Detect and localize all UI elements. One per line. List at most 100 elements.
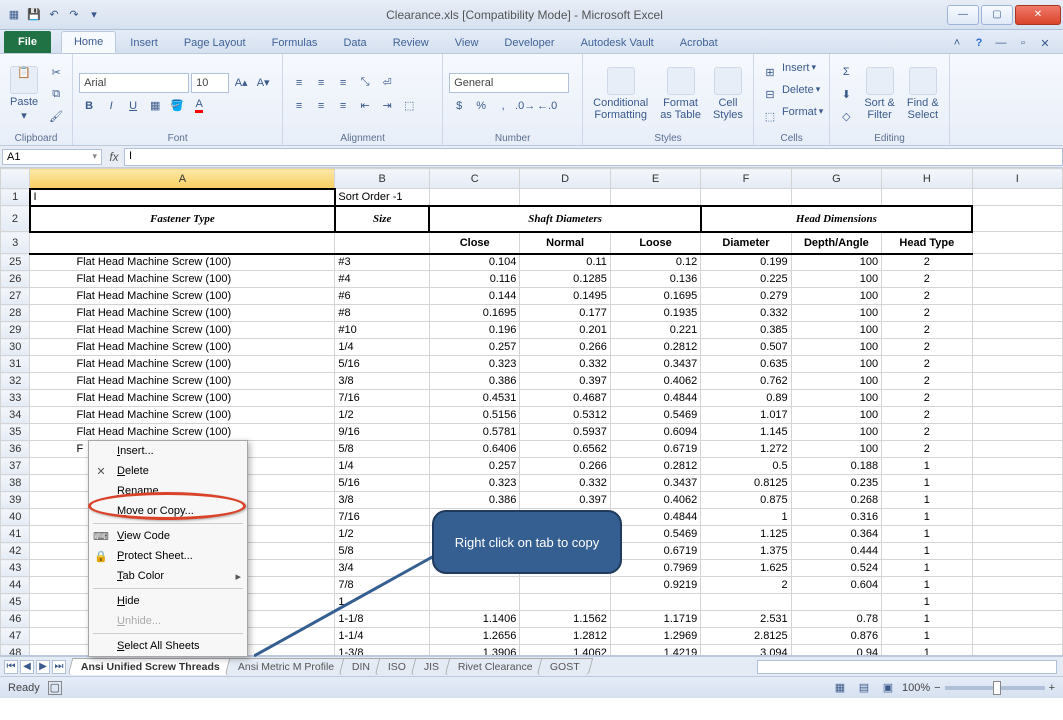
cell-F30[interactable]: 0.507	[701, 339, 791, 356]
cell-G48[interactable]: 0.94	[791, 645, 881, 657]
header-loose[interactable]: Loose	[610, 232, 700, 254]
cell-A26[interactable]: Flat Head Machine Screw (100)	[30, 271, 335, 288]
row-header-28[interactable]: 28	[1, 305, 30, 322]
cell-A31[interactable]: Flat Head Machine Screw (100)	[30, 356, 335, 373]
view-page-break-icon[interactable]: ▣	[878, 678, 898, 698]
row-header-27[interactable]: 27	[1, 288, 30, 305]
cell-B48[interactable]: 1-3/8	[335, 645, 430, 657]
cell-E39[interactable]: 0.4062	[610, 492, 700, 509]
fill-icon[interactable]: ⬇	[836, 84, 856, 104]
align-top-icon[interactable]: ≡	[289, 73, 309, 93]
cell-G42[interactable]: 0.444	[791, 543, 881, 560]
cell-D25[interactable]: 0.11	[520, 254, 610, 271]
cell-F35[interactable]: 1.145	[701, 424, 791, 441]
header-fastener-type[interactable]: Fastener Type	[30, 206, 335, 232]
cell-F41[interactable]: 1.125	[701, 526, 791, 543]
cell-I29[interactable]	[972, 322, 1062, 339]
comma-icon[interactable]: ,	[493, 96, 513, 116]
cell-D35[interactable]: 0.5937	[520, 424, 610, 441]
cell-A25[interactable]: Flat Head Machine Screw (100)	[30, 254, 335, 271]
doc-restore-icon[interactable]: ▫	[1015, 37, 1031, 53]
font-color-icon[interactable]: A	[189, 96, 209, 116]
cell-D30[interactable]: 0.266	[520, 339, 610, 356]
cell-E40[interactable]: 0.4844	[610, 509, 700, 526]
tab-home[interactable]: Home	[61, 31, 116, 53]
cell-D36[interactable]: 0.6562	[520, 441, 610, 458]
sheet-nav-next-icon[interactable]: ▶	[36, 660, 50, 674]
cell-B43[interactable]: 3/4	[335, 560, 430, 577]
cell-F40[interactable]: 1	[701, 509, 791, 526]
cell-B32[interactable]: 3/8	[335, 373, 430, 390]
formula-input[interactable]: I	[124, 148, 1063, 166]
cell-H36[interactable]: 2	[882, 441, 972, 458]
cell-B42[interactable]: 5/8	[335, 543, 430, 560]
conditional-formatting-button[interactable]: Conditional Formatting	[589, 65, 652, 123]
cell-D28[interactable]: 0.177	[520, 305, 610, 322]
cell-E29[interactable]: 0.221	[610, 322, 700, 339]
percent-icon[interactable]: %	[471, 96, 491, 116]
delete-cells-icon[interactable]: ⊟	[760, 84, 780, 104]
cell-G44[interactable]: 0.604	[791, 577, 881, 594]
cell-H41[interactable]: 1	[882, 526, 972, 543]
row-header-30[interactable]: 30	[1, 339, 30, 356]
redo-icon[interactable]: ↷	[66, 7, 82, 23]
cell-H38[interactable]: 1	[882, 475, 972, 492]
cell-H32[interactable]: 2	[882, 373, 972, 390]
bold-icon[interactable]: B	[79, 96, 99, 116]
cell-A27[interactable]: Flat Head Machine Screw (100)	[30, 288, 335, 305]
cell-E31[interactable]: 0.3437	[610, 356, 700, 373]
cell-H42[interactable]: 1	[882, 543, 972, 560]
col-header-G[interactable]: G	[791, 169, 881, 189]
col-header-E[interactable]: E	[610, 169, 700, 189]
insert-cells-icon[interactable]: ⊞	[760, 62, 780, 82]
row-header-25[interactable]: 25	[1, 254, 30, 271]
doc-minimize-icon[interactable]: —	[993, 37, 1009, 53]
row-header-37[interactable]: 37	[1, 458, 30, 475]
tab-insert[interactable]: Insert	[118, 33, 170, 53]
cell-C25[interactable]: 0.104	[429, 254, 519, 271]
decrease-decimal-icon[interactable]: ←.0	[537, 96, 557, 116]
sheet-tab-gost[interactable]: GOST	[537, 658, 593, 675]
cell-C30[interactable]: 0.257	[429, 339, 519, 356]
cell-G33[interactable]: 100	[791, 390, 881, 407]
cell-I40[interactable]	[972, 509, 1062, 526]
cell-B46[interactable]: 1-1/8	[335, 611, 430, 628]
cell-G39[interactable]: 0.268	[791, 492, 881, 509]
align-middle-icon[interactable]: ≡	[311, 73, 331, 93]
increase-decimal-icon[interactable]: .0→	[515, 96, 535, 116]
cell-F29[interactable]: 0.385	[701, 322, 791, 339]
cell-H30[interactable]: 2	[882, 339, 972, 356]
help-icon[interactable]: ?	[971, 37, 987, 53]
zoom-in-icon[interactable]: +	[1049, 682, 1055, 694]
cell-G37[interactable]: 0.188	[791, 458, 881, 475]
cell-G35[interactable]: 100	[791, 424, 881, 441]
cell-H35[interactable]: 2	[882, 424, 972, 441]
cell-I48[interactable]	[972, 645, 1062, 657]
cell-F36[interactable]: 1.272	[701, 441, 791, 458]
cell-I35[interactable]	[972, 424, 1062, 441]
tab-view[interactable]: View	[443, 33, 491, 53]
cell-E34[interactable]: 0.5469	[610, 407, 700, 424]
ctx-rename[interactable]: Rename	[89, 481, 247, 501]
decrease-font-icon[interactable]: A▾	[253, 73, 273, 93]
cell-I33[interactable]	[972, 390, 1062, 407]
cell-D38[interactable]: 0.332	[520, 475, 610, 492]
row-header-1[interactable]: 1	[1, 189, 30, 206]
zoom-slider[interactable]	[945, 686, 1045, 690]
zoom-level[interactable]: 100%	[902, 682, 930, 694]
italic-icon[interactable]: I	[101, 96, 121, 116]
cell-I32[interactable]	[972, 373, 1062, 390]
cell-C39[interactable]: 0.386	[429, 492, 519, 509]
qat-dropdown-icon[interactable]: ▾	[86, 7, 102, 23]
header-close[interactable]: Close	[429, 232, 519, 254]
sheet-tab-ansi-metric-m-profile[interactable]: Ansi Metric M Profile	[225, 658, 348, 675]
cell-E35[interactable]: 0.6094	[610, 424, 700, 441]
horizontal-scrollbar[interactable]	[757, 660, 1057, 674]
cell-A35[interactable]: Flat Head Machine Screw (100)	[30, 424, 335, 441]
header-head-dimensions[interactable]: Head Dimensions	[701, 206, 972, 232]
cell-E41[interactable]: 0.5469	[610, 526, 700, 543]
row-header-2[interactable]: 2	[1, 206, 30, 232]
cell-H48[interactable]: 1	[882, 645, 972, 657]
cell-B39[interactable]: 3/8	[335, 492, 430, 509]
cell-B34[interactable]: 1/2	[335, 407, 430, 424]
